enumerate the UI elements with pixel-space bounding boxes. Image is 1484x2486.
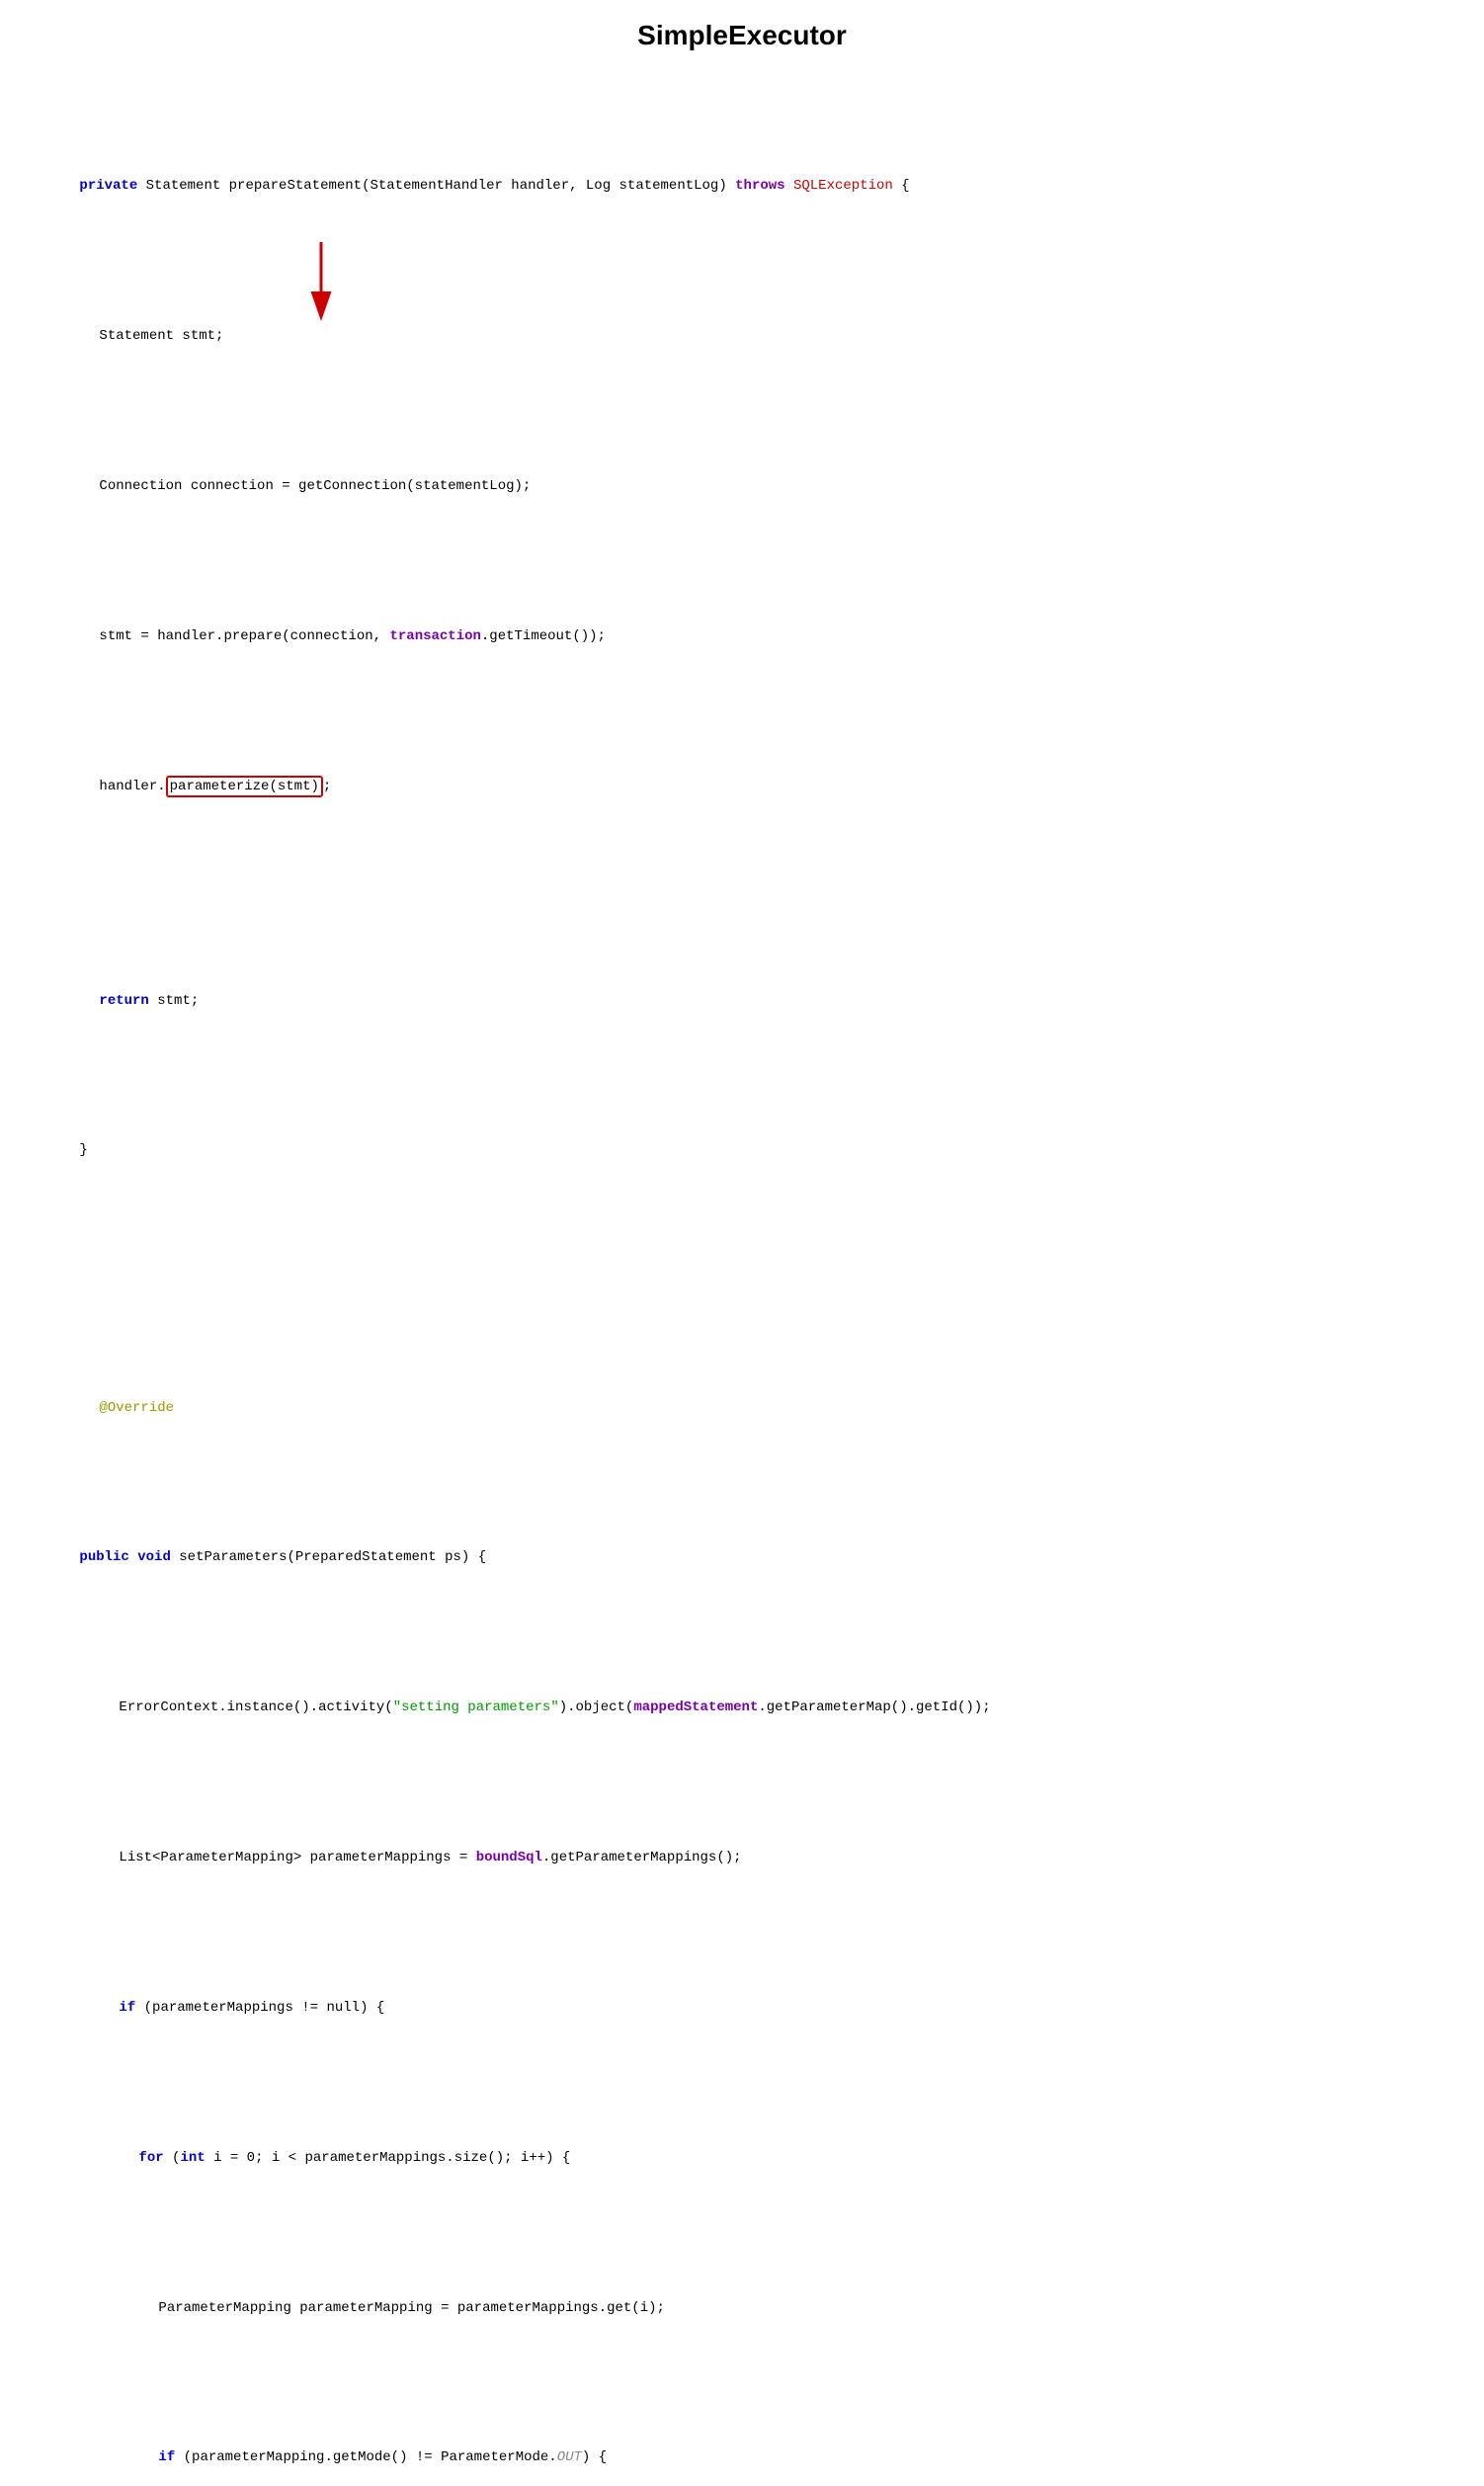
- code-line-9: @Override: [30, 1376, 1454, 1441]
- page-title: SimpleExecutor: [30, 20, 1454, 51]
- keyword-for: for: [138, 2150, 163, 2166]
- keyword-public: public: [79, 1549, 128, 1565]
- keyword-mappedStatement: mappedStatement: [633, 1699, 758, 1715]
- code-line-8: [30, 1270, 1454, 1291]
- highlight-parameterize: parameterize(stmt): [166, 776, 323, 797]
- keyword-boundSql: boundSql: [476, 1850, 542, 1865]
- annotation-override: @Override: [99, 1400, 174, 1416]
- code-line-7: }: [30, 1119, 1454, 1184]
- keyword-if1: if: [119, 2000, 135, 2016]
- code-block: private Statement prepareStatement(State…: [30, 69, 1454, 2486]
- page-container: SimpleExecutor private Statement prepare…: [0, 0, 1484, 2486]
- code-line-3: Connection connection = getConnection(st…: [30, 455, 1454, 519]
- code-line-6: return stmt;: [30, 969, 1454, 1034]
- code-line-2: Statement stmt;: [30, 305, 1454, 370]
- code-line-16: if (parameterMapping.getMode() != Parame…: [30, 2427, 1454, 2486]
- code-line-12: List<ParameterMapping> parameterMappings…: [30, 1826, 1454, 1890]
- down-arrow: [296, 242, 346, 321]
- code-line-13: if (parameterMappings != null) {: [30, 1976, 1454, 2040]
- keyword-void: void: [137, 1549, 171, 1565]
- code-line-15: ParameterMapping parameterMapping = para…: [30, 2277, 1454, 2341]
- code-line-11: ErrorContext.instance().activity("settin…: [30, 1677, 1454, 1741]
- keyword-if2: if: [158, 2449, 175, 2465]
- keyword-throws: throws: [735, 178, 784, 194]
- code-line-5: handler.parameterize(stmt);: [30, 755, 1454, 819]
- code-line-4: stmt = handler.prepare(connection, trans…: [30, 605, 1454, 669]
- keyword-transaction: transaction: [389, 628, 480, 644]
- keyword-private: private: [79, 178, 137, 194]
- code-line-14: for (int i = 0; i < parameterMappings.si…: [30, 2126, 1454, 2191]
- keyword-return: return: [99, 993, 148, 1009]
- code-line-10: public void setParameters(PreparedStatem…: [30, 1527, 1454, 1591]
- code-line-1: private Statement prepareStatement(State…: [30, 155, 1454, 219]
